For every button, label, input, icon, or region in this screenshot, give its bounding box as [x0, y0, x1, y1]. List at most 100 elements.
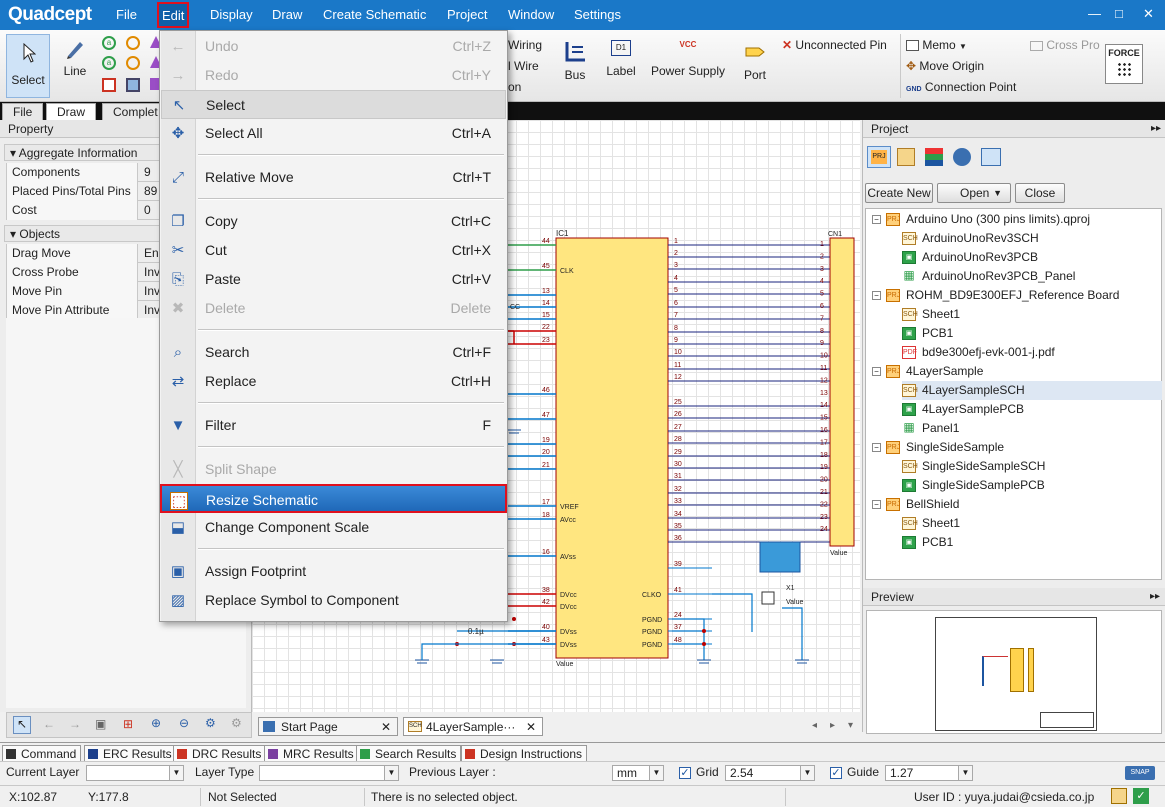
close-window-button[interactable]: ✕ — [1143, 6, 1154, 22]
create-new-button[interactable]: Create New — [865, 183, 933, 203]
guide-checkbox[interactable]: ✓ — [830, 767, 842, 779]
select-tool-button[interactable]: Select — [6, 34, 50, 98]
tab-command[interactable]: Command — [2, 745, 82, 762]
tree-collapse-icon[interactable]: − — [872, 443, 881, 452]
property-row[interactable]: Cost 0 — [6, 201, 162, 220]
arc-tool-icon[interactable]: a — [102, 36, 116, 50]
project-tree-item[interactable]: ▦ Panel1 — [902, 419, 1162, 438]
menu-edit[interactable]: Edit — [157, 2, 190, 28]
tab-list-icon[interactable]: ▾ — [848, 720, 853, 731]
project-tree-item[interactable]: ▣ PCB1 — [902, 324, 1162, 343]
layer-type-select[interactable]: ▼ — [259, 765, 399, 781]
zoom-out-icon[interactable]: ⊖ — [179, 716, 189, 730]
tab-search-results[interactable]: Search Results — [356, 745, 462, 762]
wiring-button[interactable]: Wiring — [508, 38, 548, 52]
property-row[interactable]: Cross Probe Inv — [6, 263, 162, 282]
project-tree-item[interactable]: − PRJ SingleSideSample — [872, 438, 1162, 457]
tree-collapse-icon[interactable]: − — [872, 367, 881, 376]
menu-item-assign-footprint[interactable]: ▣ Assign Footprint — [161, 557, 506, 586]
line-tool-button[interactable]: Line — [56, 38, 94, 78]
menu-item-relative-move[interactable]: ⤢ Relative Move Ctrl+T — [161, 163, 506, 192]
arc2-tool-icon[interactable]: a — [102, 56, 116, 70]
project-tree-item[interactable]: SCH ArduinoUnoRev3SCH — [902, 229, 1162, 248]
close-tab-icon[interactable]: ✕ — [381, 720, 391, 734]
menu-item-select-all[interactable]: ✥ Select All Ctrl+A — [161, 119, 506, 148]
snap-button[interactable]: SNAP — [1125, 766, 1155, 780]
on-button[interactable]: on — [508, 80, 548, 94]
grid-panel-icon[interactable] — [981, 148, 1001, 166]
wire-button[interactable]: l Wire — [508, 59, 548, 73]
unit-select[interactable]: mm ▼ — [612, 765, 664, 781]
rect-tool-icon[interactable] — [126, 78, 140, 92]
menu-item-select[interactable]: ↖ Select — [161, 90, 506, 119]
project-tree-item[interactable]: − PRJ 4LayerSample — [872, 362, 1162, 381]
menu-item-search[interactable]: ⌕ Search Ctrl+F — [161, 338, 506, 367]
restore-button[interactable]: □ — [1115, 6, 1123, 21]
label-button[interactable]: D1 Label — [602, 40, 640, 78]
menu-project[interactable]: Project — [447, 7, 487, 22]
menu-file[interactable]: File — [116, 7, 137, 22]
project-tree-item[interactable]: SCH Sheet1 — [902, 514, 1162, 533]
tab-draw[interactable]: Draw — [46, 103, 97, 120]
edit-note-icon[interactable] — [1111, 788, 1127, 804]
library-icon[interactable] — [897, 148, 915, 166]
property-group-header[interactable]: ▾ Aggregate Information — [4, 144, 160, 161]
back-arrow-icon[interactable]: ← — [43, 717, 55, 731]
port-button[interactable]: Port — [738, 40, 772, 82]
property-row[interactable]: Move Pin Inv — [6, 282, 162, 301]
project-tree-item[interactable]: − PRJ BellShield — [872, 495, 1162, 514]
tree-collapse-icon[interactable]: − — [872, 500, 881, 509]
circle2-tool-icon[interactable] — [126, 56, 140, 70]
project-tree-item[interactable]: − PRJ Arduino Uno (300 pins limits).qproj — [872, 210, 1162, 229]
project-tree-item[interactable]: ▣ PCB1 — [902, 533, 1162, 552]
property-row[interactable]: Drag Move Ena — [6, 244, 165, 263]
project-tree-item[interactable]: − PRJ ROHM_BD9E300EFJ_Reference Board — [872, 286, 1162, 305]
property-row[interactable]: Placed Pins/Total Pins 89 — [6, 182, 162, 201]
tab-mrc-results[interactable]: MRC Results — [264, 745, 359, 762]
menu-create-schematic[interactable]: Create Schematic — [323, 7, 426, 22]
doc-tab-4layersample[interactable]: SCH 4LayerSample··· ✕ — [403, 717, 543, 736]
grid-checkbox[interactable]: ✓ — [679, 767, 691, 779]
tab-file[interactable]: File — [2, 103, 44, 120]
db-icon[interactable] — [953, 148, 971, 166]
project-tree-item[interactable]: SCH Sheet1 — [902, 305, 1162, 324]
doc-tab-start-page[interactable]: Start Page ✕ — [258, 717, 398, 736]
menu-draw[interactable]: Draw — [272, 7, 302, 22]
property-row[interactable]: Components 9 — [6, 163, 162, 182]
grid-select[interactable]: 2.54 ▼ — [725, 765, 815, 781]
forward-arrow-icon[interactable]: → — [69, 717, 81, 731]
project-tree-item[interactable]: ▣ ArduinoUnoRev3PCB — [902, 248, 1162, 267]
unconnected-pin-button[interactable]: ✕ Unconnected Pin — [782, 38, 902, 52]
menu-item-resize-schematic[interactable]: ⬚ Resize Schematic — [160, 484, 507, 513]
pointer-tool-icon[interactable]: ↖ — [13, 716, 31, 734]
menu-settings[interactable]: Settings — [574, 7, 621, 22]
menu-window[interactable]: Window — [508, 7, 554, 22]
tree-collapse-icon[interactable]: − — [872, 291, 881, 300]
current-layer-select[interactable]: ▼ — [86, 765, 184, 781]
layers-icon[interactable] — [925, 148, 943, 166]
menu-item-undo[interactable]: ← Undo Ctrl+Z — [161, 32, 506, 61]
menu-item-cut[interactable]: ✂ Cut Ctrl+X — [161, 236, 506, 265]
project-tree-item[interactable]: ▣ 4LayerSamplePCB — [902, 400, 1162, 419]
property-group-header[interactable]: ▾ Objects — [4, 225, 160, 242]
menu-item-replace-symbol-to-component[interactable]: ▨ Replace Symbol to Component — [161, 586, 506, 615]
gear-icon[interactable]: ⚙ — [205, 716, 216, 730]
move-origin-button[interactable]: ✥ Move Origin — [906, 59, 1016, 73]
project-tree-item[interactable]: SCH 4LayerSampleSCH — [902, 381, 1162, 400]
tab-design-instructions[interactable]: Design Instructions — [461, 745, 588, 762]
menu-item-copy[interactable]: ❐ Copy Ctrl+C — [161, 207, 506, 236]
power-supply-button[interactable]: VCC Power Supply — [648, 40, 728, 78]
close-tab-icon[interactable]: ✕ — [526, 720, 536, 734]
project-tree-item[interactable]: PDF bd9e300efj-evk-001-j.pdf — [902, 343, 1162, 362]
circle-tool-icon[interactable] — [126, 36, 140, 50]
project-tree-item[interactable]: ▦ ArduinoUnoRev3PCB_Panel — [902, 267, 1162, 286]
check-icon[interactable]: ✓ — [1133, 788, 1149, 804]
force-button[interactable]: FORCE — [1105, 44, 1143, 84]
eraser-tool-icon[interactable] — [102, 78, 116, 92]
connection-point-button[interactable]: GND Connection Point — [906, 80, 1036, 94]
guide-select[interactable]: 1.27 ▼ — [885, 765, 973, 781]
preview-expand-icon[interactable]: ▸▸ — [1150, 591, 1160, 602]
project-tree-item[interactable]: ▣ SingleSideSamplePCB — [902, 476, 1162, 495]
zoom-in-icon[interactable]: ⊕ — [151, 716, 161, 730]
minimize-button[interactable]: — — [1088, 6, 1101, 21]
